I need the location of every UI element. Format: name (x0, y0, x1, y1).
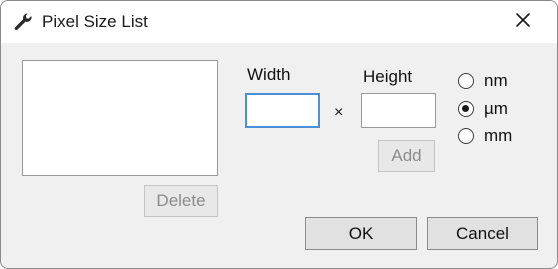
unit-radio-nm[interactable]: nm (458, 71, 508, 91)
unit-label-nm: nm (484, 71, 508, 90)
cancel-button[interactable]: Cancel (427, 217, 538, 250)
width-input[interactable] (245, 93, 320, 128)
title-bar: Pixel Size List (1, 1, 557, 43)
unit-radio-mm[interactable]: mm (458, 126, 512, 146)
delete-button[interactable]: Delete (144, 185, 218, 217)
unit-radio-um[interactable]: µm (458, 99, 508, 119)
height-label: Height (363, 67, 413, 86)
pixel-size-listbox[interactable] (22, 60, 218, 176)
window-title: Pixel Size List (42, 12, 148, 31)
height-input[interactable] (361, 93, 436, 128)
add-button[interactable]: Add (378, 140, 435, 172)
radio-circle-checked[interactable] (458, 101, 474, 117)
pixel-size-list-dialog: Pixel Size List Delete Width Height × Ad… (0, 0, 558, 269)
unit-label-um: µm (484, 99, 508, 118)
radio-circle[interactable] (458, 128, 474, 144)
close-icon (515, 12, 531, 33)
radio-circle[interactable] (458, 73, 474, 89)
times-sign: × (334, 104, 344, 121)
unit-label-mm: mm (484, 126, 513, 145)
wrench-icon (13, 12, 33, 32)
width-label: Width (247, 65, 291, 84)
close-button[interactable] (501, 1, 545, 43)
ok-button[interactable]: OK (305, 217, 417, 250)
